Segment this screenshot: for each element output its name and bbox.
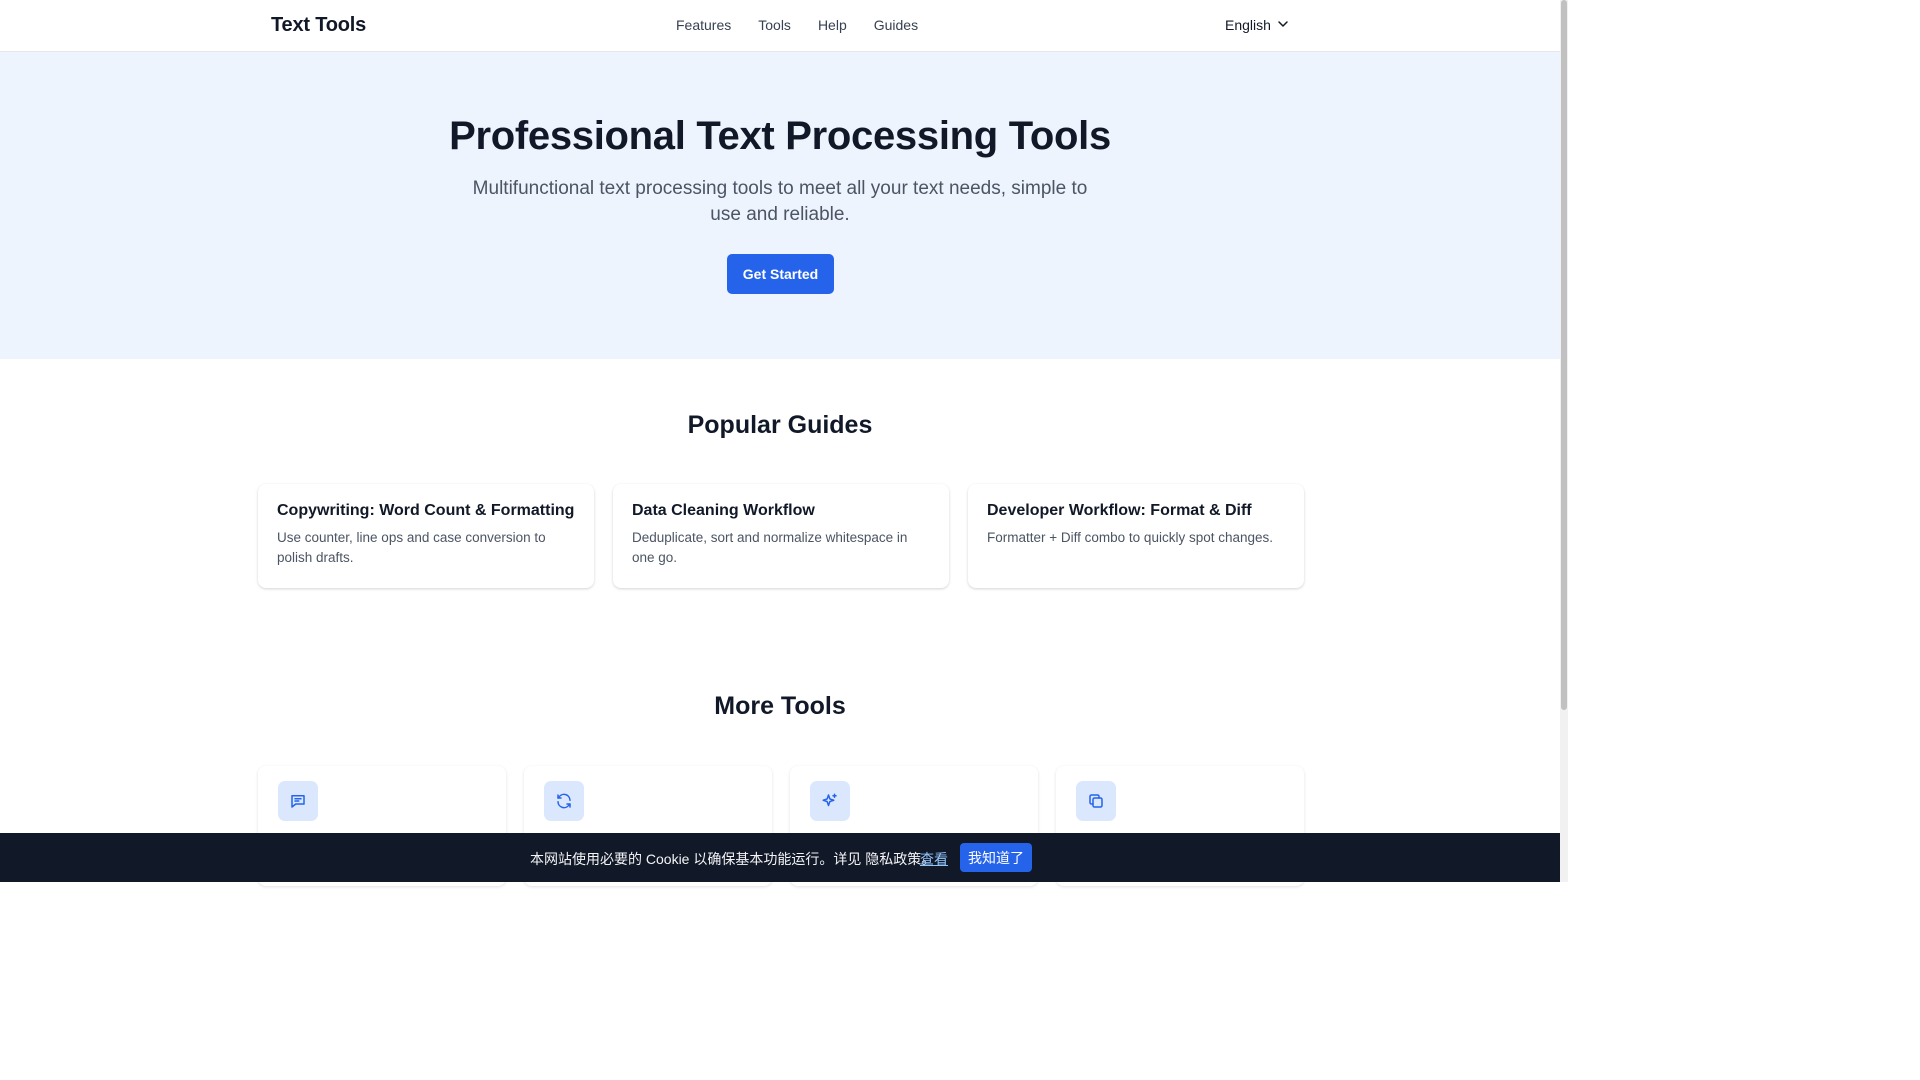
get-started-button[interactable]: Get Started xyxy=(727,254,834,294)
language-label: English xyxy=(1225,17,1271,33)
scrollbar-thumb[interactable] xyxy=(1561,0,1567,710)
cookie-banner: 本网站使用必要的 Cookie 以确保基本功能运行。详见 隐私政策。 查看 我知… xyxy=(0,833,1560,882)
guide-description: Use counter, line ops and case conversio… xyxy=(277,530,546,565)
vertical-scrollbar[interactable] xyxy=(1560,0,1568,882)
sparkles-icon xyxy=(810,781,850,821)
hero-title: Professional Text Processing Tools xyxy=(449,114,1111,158)
message-icon xyxy=(278,781,318,821)
guide-description: Formatter + Diff combo to quickly spot c… xyxy=(987,530,1274,545)
guide-title: Data Cleaning Workflow xyxy=(632,502,815,519)
top-navbar: Text Tools Features Tools Help Guides En… xyxy=(0,0,1560,52)
guide-title: Copywriting: Word Count & Formatting xyxy=(277,502,575,519)
cookie-message: 本网站使用必要的 Cookie 以确保基本功能运行。详见 隐私政策。 xyxy=(530,851,936,867)
chevron-down-icon xyxy=(1277,17,1289,33)
guide-card-copywriting[interactable]: Copywriting: Word Count & Formatting Use… xyxy=(258,484,594,588)
guide-card-data-cleaning[interactable]: Data Cleaning Workflow Deduplicate, sort… xyxy=(613,484,949,588)
nav-guides[interactable]: Guides xyxy=(874,17,918,33)
guide-title: Developer Workflow: Format & Diff xyxy=(987,502,1252,519)
nav-features[interactable]: Features xyxy=(676,17,731,33)
language-selector[interactable]: English xyxy=(1225,17,1289,33)
brand-logo[interactable]: Text Tools xyxy=(271,14,366,37)
cookie-accept-button[interactable]: 我知道了 xyxy=(960,843,1032,872)
nav-help[interactable]: Help xyxy=(818,17,847,33)
copy-icon xyxy=(1076,781,1116,821)
popular-guides-heading: Popular Guides xyxy=(687,411,873,439)
nav-tools[interactable]: Tools xyxy=(758,17,791,33)
main-nav: Features Tools Help Guides xyxy=(676,17,918,33)
more-tools-heading: More Tools xyxy=(714,692,846,720)
refresh-icon xyxy=(544,781,584,821)
cookie-view-link[interactable]: 查看 xyxy=(920,849,948,869)
guide-card-developer[interactable]: Developer Workflow: Format & Diff Format… xyxy=(968,484,1304,588)
hero-subtitle: Multifunctional text processing tools to… xyxy=(472,178,1088,225)
guide-description: Deduplicate, sort and normalize whitespa… xyxy=(632,530,908,565)
hero-section: Professional Text Processing Tools Multi… xyxy=(0,52,1560,359)
